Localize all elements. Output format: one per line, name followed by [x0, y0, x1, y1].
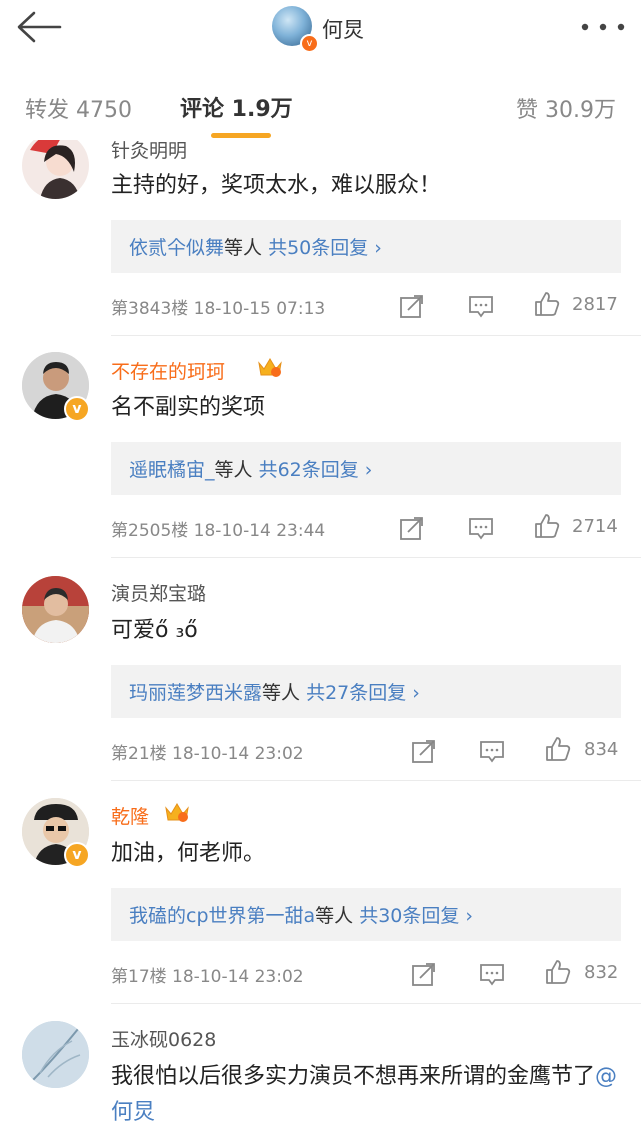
reply-user[interactable]: 玛丽莲梦西米露	[129, 682, 262, 704]
comment-username[interactable]: 乾隆	[111, 802, 149, 829]
comment-time: 18-10-15 07:13	[193, 299, 326, 319]
vip-crown-icon	[165, 803, 189, 822]
arrow-left-icon[interactable]	[14, 8, 64, 46]
avatar[interactable]	[22, 576, 89, 643]
reply-user[interactable]: 我磕的cp世界第一甜a	[129, 905, 315, 927]
forward-icon[interactable]	[411, 961, 437, 987]
reply-summary[interactable]: 依贰仐似舞等人 共50条回复 ›	[111, 220, 621, 273]
comment-icon[interactable]	[479, 961, 505, 987]
reply-user[interactable]: 依贰仐似舞	[129, 237, 224, 259]
reply-count[interactable]: 共50条回复 ›	[268, 237, 382, 259]
comment-username[interactable]: 不存在的珂珂	[111, 357, 225, 384]
comment-time: 18-10-14 23:02	[172, 967, 304, 987]
comment-meta: 第21楼 18-10-14 23:02	[111, 739, 304, 764]
like-icon[interactable]	[545, 736, 571, 762]
like-count: 834	[584, 739, 619, 760]
comment-time: 18-10-14 23:44	[193, 521, 326, 541]
comment-icon[interactable]	[468, 293, 494, 319]
reply-suffix: 等人	[315, 905, 354, 927]
comment-icon[interactable]	[468, 515, 494, 541]
tab-repost[interactable]: 转发 4750	[25, 92, 132, 124]
like-count: 2817	[572, 294, 618, 315]
reply-user[interactable]: 遥眠橘宙_	[129, 459, 215, 481]
tab-comment[interactable]: 评论 1.9万	[180, 91, 293, 123]
verified-badge-icon: v	[300, 34, 319, 53]
forward-icon[interactable]	[399, 293, 425, 319]
reply-summary[interactable]: 玛丽莲梦西米露等人 共27条回复 ›	[111, 665, 621, 718]
reply-count[interactable]: 共30条回复 ›	[359, 905, 473, 927]
like-icon[interactable]	[545, 959, 571, 985]
reply-summary[interactable]: 遥眠橘宙_等人 共62条回复 ›	[111, 442, 621, 495]
active-tab-indicator	[211, 133, 271, 138]
vip-crown-icon	[258, 358, 282, 377]
comment-text: 名不副实的奖项	[111, 395, 266, 420]
top-bar: v 何炅	[0, 0, 641, 67]
floor-number: 第3843楼	[111, 299, 189, 319]
comment-time: 18-10-14 23:02	[172, 744, 304, 764]
reply-summary[interactable]: 我磕的cp世界第一甜a等人 共30条回复 ›	[111, 888, 621, 941]
comment-item: v 乾隆 加油，何老师。 我磕的cp世界第一甜a等人 共30条回复 › 第17楼…	[0, 781, 641, 1003]
reply-suffix: 等人	[214, 459, 253, 481]
verified-badge-icon: v	[64, 842, 90, 868]
avatar[interactable]	[22, 140, 89, 199]
tab-bar: 转发 4750 评论 1.9万 赞 30.9万	[0, 66, 641, 140]
comment-item: 针灸明明 主持的好，奖项太水，难以服众！ 依贰仐似舞等人 共50条回复 › 第3…	[0, 140, 641, 336]
comment-item: 演员郑宝璐 可爱ő ₃ő 玛丽莲梦西米露等人 共27条回复 › 第21楼 18-…	[0, 558, 641, 780]
page-title[interactable]: 何炅	[322, 14, 364, 44]
reply-suffix: 等人	[262, 682, 301, 704]
reply-suffix: 等人	[224, 237, 263, 259]
like-count: 832	[584, 962, 619, 983]
forward-icon[interactable]	[399, 515, 425, 541]
tab-like[interactable]: 赞 30.9万	[516, 92, 616, 124]
avatar[interactable]	[22, 1021, 89, 1088]
floor-number: 第17楼	[111, 967, 167, 987]
comment-icon[interactable]	[479, 738, 505, 764]
floor-number: 第2505楼	[111, 521, 189, 541]
comment-text: 我很怕以后很多实力演员不想再来所谓的金鹰节了@何炅	[111, 1059, 621, 1131]
comment-username[interactable]: 演员郑宝璐	[111, 579, 206, 606]
comment-item: v 不存在的珂珂 名不副实的奖项 遥眠橘宙_等人 共62条回复 › 第2505楼…	[0, 336, 641, 558]
comment-text: 加油，何老师。	[111, 841, 266, 866]
comment-username[interactable]: 玉冰砚0628	[111, 1025, 216, 1052]
comment-text: 可爱ő ₃ő	[111, 618, 198, 643]
reply-count[interactable]: 共62条回复 ›	[259, 459, 373, 481]
comment-meta: 第2505楼 18-10-14 23:44	[111, 516, 325, 541]
more-dots-icon[interactable]	[580, 22, 626, 32]
comment-item: 玉冰砚0628 我很怕以后很多实力演员不想再来所谓的金鹰节了@何炅	[0, 1004, 641, 1129]
like-icon[interactable]	[534, 291, 560, 317]
comment-body: 我很怕以后很多实力演员不想再来所谓的金鹰节了	[111, 1064, 596, 1089]
comment-meta: 第17楼 18-10-14 23:02	[111, 962, 304, 987]
like-icon[interactable]	[534, 513, 560, 539]
reply-count[interactable]: 共27条回复 ›	[306, 682, 420, 704]
verified-badge-icon: v	[64, 396, 90, 422]
floor-number: 第21楼	[111, 744, 167, 764]
forward-icon[interactable]	[411, 738, 437, 764]
comment-text: 主持的好，奖项太水，难以服众！	[111, 173, 442, 198]
like-count: 2714	[572, 516, 618, 537]
comment-meta: 第3843楼 18-10-15 07:13	[111, 294, 325, 319]
comment-username[interactable]: 针灸明明	[111, 140, 187, 163]
